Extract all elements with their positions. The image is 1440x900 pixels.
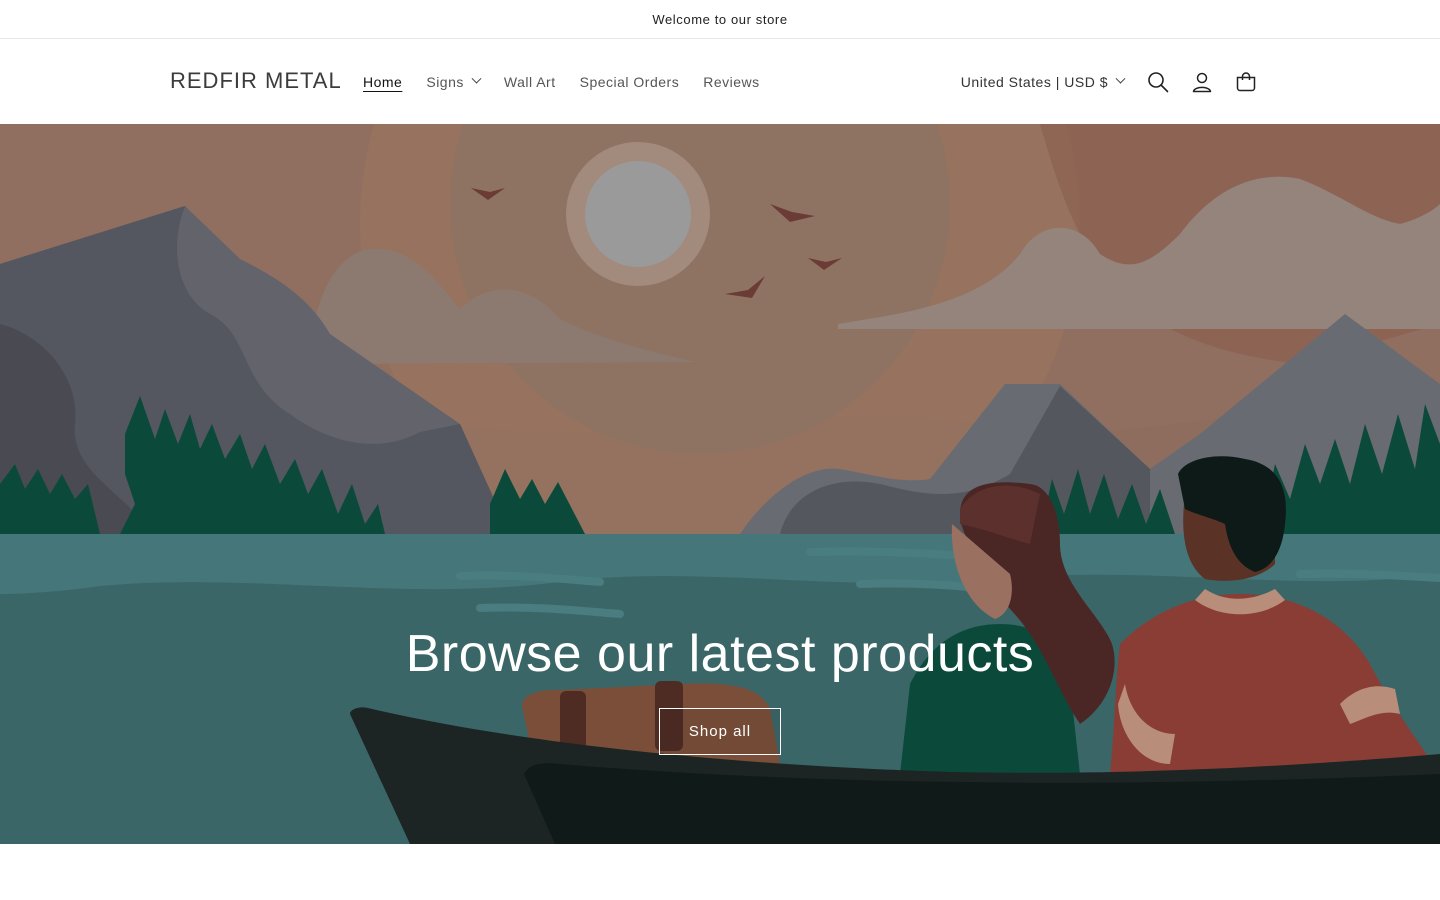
announcement-text: Welcome to our store xyxy=(652,11,788,27)
nav-item-home[interactable]: Home xyxy=(351,74,414,90)
announcement-bar: Welcome to our store xyxy=(0,0,1440,39)
store-logo[interactable]: REDFIR METAL xyxy=(170,68,342,94)
country-selector-label: United States | USD $ xyxy=(960,73,1108,90)
search-icon xyxy=(1148,71,1169,92)
main-nav: Home Signs Wall Art Special Orders Revie… xyxy=(351,39,772,124)
hero-content: Browse our latest products Shop all xyxy=(0,622,1440,755)
nav-item-label: Home xyxy=(363,73,403,90)
hero-heading: Browse our latest products xyxy=(405,625,1035,683)
nav-item-label: Reviews xyxy=(703,73,760,90)
nav-item-reviews[interactable]: Reviews xyxy=(691,74,771,90)
nav-item-wall-art[interactable]: Wall Art xyxy=(492,74,568,90)
chevron-down-icon xyxy=(471,73,482,84)
header-actions: United States | USD $ xyxy=(961,39,1268,124)
account-icon xyxy=(1192,72,1212,92)
nav-item-label: Special Orders xyxy=(579,73,680,90)
search-button[interactable] xyxy=(1136,60,1180,104)
cart-icon xyxy=(1236,71,1256,91)
hero-banner: Browse our latest products Shop all xyxy=(0,124,1440,844)
account-button[interactable] xyxy=(1180,60,1224,104)
cart-button[interactable] xyxy=(1224,60,1268,104)
nav-item-label: Signs xyxy=(426,73,464,90)
nav-item-label: Wall Art xyxy=(503,73,556,90)
nav-item-signs[interactable]: Signs xyxy=(414,74,492,90)
chevron-down-icon xyxy=(1115,73,1126,84)
site-header: REDFIR METAL Home Signs Wall Art Special… xyxy=(0,39,1440,124)
shop-all-button[interactable]: Shop all xyxy=(659,708,781,755)
nav-item-special-orders[interactable]: Special Orders xyxy=(568,74,692,90)
country-selector[interactable]: United States | USD $ xyxy=(960,73,1126,90)
